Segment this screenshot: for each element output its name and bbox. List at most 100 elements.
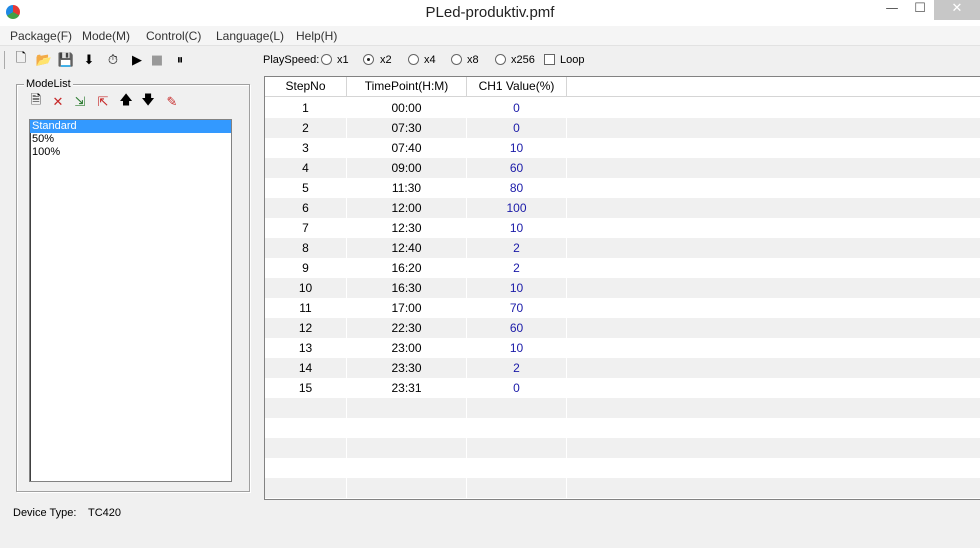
cell-empty[interactable] — [347, 478, 467, 498]
cell-step[interactable]: 2 — [265, 118, 347, 138]
cell-value[interactable]: 10 — [467, 338, 567, 358]
table-row[interactable]: 2 07:30 0 — [265, 118, 980, 138]
speed-x8-radio[interactable] — [451, 54, 462, 65]
table-row[interactable]: 8 12:40 2 — [265, 238, 980, 258]
column-header-timepoint[interactable]: TimePoint(H:M) — [347, 77, 467, 97]
cell-time[interactable]: 12:00 — [347, 198, 467, 218]
cell-time[interactable]: 17:00 — [347, 298, 467, 318]
cell-empty[interactable] — [567, 378, 980, 398]
table-row[interactable]: 4 09:00 60 — [265, 158, 980, 178]
column-header-stepno[interactable]: StepNo — [265, 77, 347, 97]
table-row[interactable]: 14 23:30 2 — [265, 358, 980, 378]
import-icon[interactable]: ⇲ — [71, 93, 89, 111]
table-row[interactable]: 13 23:00 10 — [265, 338, 980, 358]
cell-value[interactable]: 100 — [467, 198, 567, 218]
cell-value[interactable]: 60 — [467, 318, 567, 338]
cell-empty[interactable] — [265, 438, 347, 458]
cell-empty[interactable] — [567, 458, 980, 478]
menu-mode[interactable]: Mode(M) — [82, 29, 130, 43]
cell-value[interactable]: 60 — [467, 158, 567, 178]
table-row[interactable]: 12 22:30 60 — [265, 318, 980, 338]
new-file-icon[interactable]: 🗋 — [12, 51, 30, 69]
cell-empty[interactable] — [567, 338, 980, 358]
cell-step[interactable]: 4 — [265, 158, 347, 178]
cell-step[interactable]: 12 — [265, 318, 347, 338]
cell-time[interactable]: 07:40 — [347, 138, 467, 158]
cell-step[interactable]: 11 — [265, 298, 347, 318]
speed-x256-radio[interactable] — [495, 54, 506, 65]
table-row[interactable] — [265, 478, 980, 498]
cell-step[interactable]: 14 — [265, 358, 347, 378]
cell-value[interactable]: 80 — [467, 178, 567, 198]
cell-time[interactable]: 07:30 — [347, 118, 467, 138]
stop-icon[interactable]: ■ — [148, 51, 166, 69]
cell-value[interactable]: 0 — [467, 118, 567, 138]
list-item[interactable]: 50% — [30, 133, 231, 146]
cell-empty[interactable] — [567, 178, 980, 198]
cell-value[interactable]: 2 — [467, 238, 567, 258]
cell-empty[interactable] — [265, 478, 347, 498]
cell-step[interactable]: 15 — [265, 378, 347, 398]
table-row[interactable]: 10 16:30 10 — [265, 278, 980, 298]
cell-empty[interactable] — [567, 138, 980, 158]
clock-icon[interactable]: ⏱ — [104, 51, 122, 69]
cell-step[interactable]: 8 — [265, 238, 347, 258]
play-icon[interactable]: ▶ — [128, 51, 146, 69]
menu-help[interactable]: Help(H) — [296, 29, 337, 43]
table-row[interactable]: 1 00:00 0 — [265, 98, 980, 118]
cell-empty[interactable] — [567, 438, 980, 458]
cell-empty[interactable] — [467, 438, 567, 458]
save-icon[interactable]: 💾 — [57, 51, 75, 69]
step-table[interactable]: StepNo TimePoint(H:M) CH1 Value(%) 1 00:0… — [264, 76, 980, 500]
menu-language[interactable]: Language(L) — [216, 29, 284, 43]
cell-empty[interactable] — [467, 398, 567, 418]
cell-step[interactable]: 3 — [265, 138, 347, 158]
cell-empty[interactable] — [567, 278, 980, 298]
cell-empty[interactable] — [567, 298, 980, 318]
table-row[interactable]: 9 16:20 2 — [265, 258, 980, 278]
cell-value[interactable]: 0 — [467, 378, 567, 398]
maximize-button[interactable]: ☐ — [906, 0, 934, 20]
cell-empty[interactable] — [347, 458, 467, 478]
cell-empty[interactable] — [567, 98, 980, 118]
cell-empty[interactable] — [347, 418, 467, 438]
cell-value[interactable]: 10 — [467, 138, 567, 158]
export-icon[interactable]: ⇱ — [94, 93, 112, 111]
cell-time[interactable]: 11:30 — [347, 178, 467, 198]
cell-time[interactable]: 23:00 — [347, 338, 467, 358]
open-folder-icon[interactable]: 📂 — [35, 51, 53, 69]
cell-value[interactable]: 10 — [467, 218, 567, 238]
cell-value[interactable]: 2 — [467, 358, 567, 378]
close-button[interactable]: ✕ — [934, 0, 980, 20]
cell-time[interactable]: 12:40 — [347, 238, 467, 258]
move-up-icon[interactable]: 🡅 — [117, 93, 135, 111]
cell-value[interactable]: 2 — [467, 258, 567, 278]
cell-empty[interactable] — [467, 478, 567, 498]
edit-icon[interactable]: ✎ — [163, 93, 181, 111]
cell-empty[interactable] — [567, 318, 980, 338]
list-item[interactable]: 100% — [30, 146, 231, 159]
cell-time[interactable]: 16:30 — [347, 278, 467, 298]
table-row[interactable]: 5 11:30 80 — [265, 178, 980, 198]
cell-empty[interactable] — [467, 458, 567, 478]
table-row[interactable]: 15 23:31 0 — [265, 378, 980, 398]
cell-empty[interactable] — [265, 398, 347, 418]
cell-time[interactable]: 09:00 — [347, 158, 467, 178]
delete-icon[interactable]: ✕ — [49, 93, 67, 111]
speed-x4-radio[interactable] — [408, 54, 419, 65]
cell-empty[interactable] — [265, 458, 347, 478]
cell-empty[interactable] — [265, 418, 347, 438]
cell-empty[interactable] — [567, 398, 980, 418]
cell-step[interactable]: 5 — [265, 178, 347, 198]
table-row[interactable]: 3 07:40 10 — [265, 138, 980, 158]
mode-listbox[interactable]: Standard 50% 100% — [29, 119, 232, 482]
cell-empty[interactable] — [347, 398, 467, 418]
table-row[interactable] — [265, 458, 980, 478]
cell-time[interactable]: 22:30 — [347, 318, 467, 338]
table-row[interactable] — [265, 438, 980, 458]
cell-time[interactable]: 23:31 — [347, 378, 467, 398]
cell-time[interactable]: 16:20 — [347, 258, 467, 278]
speed-x1-radio[interactable] — [321, 54, 332, 65]
menu-package[interactable]: Package(F) — [10, 29, 72, 43]
cell-empty[interactable] — [567, 258, 980, 278]
